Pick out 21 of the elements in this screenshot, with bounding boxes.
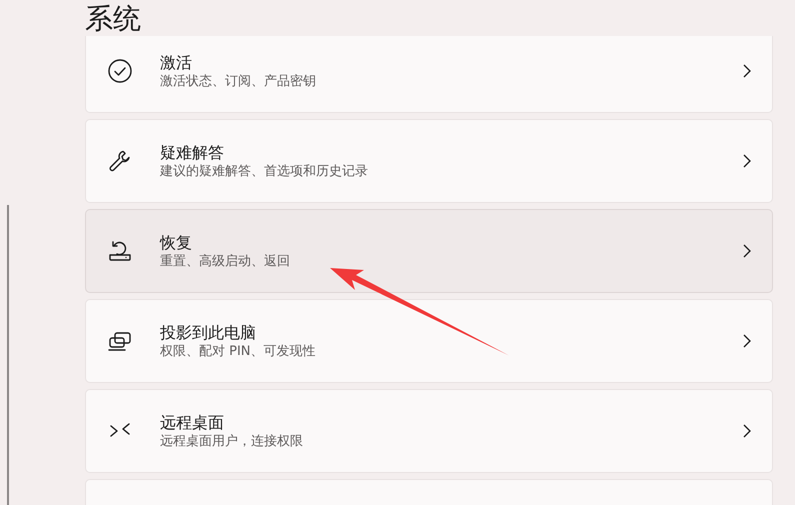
item-title: 远程桌面 [160,412,224,432]
settings-item[interactable]: 恢复 重置、高级启动、返回 [85,209,773,293]
item-description: 权限、配对 PIN、可发现性 [160,342,316,360]
settings-item[interactable]: 激活 激活状态、订阅、产品密钥 [85,36,773,113]
chevron-right-icon [742,424,752,438]
chevron-right-icon [742,334,752,348]
settings-item[interactable]: 投影到此电脑 权限、配对 PIN、可发现性 [85,299,773,383]
item-title: 激活 [160,52,192,72]
chevron-right-icon [742,244,752,258]
item-description: 激活状态、订阅、产品密钥 [160,72,316,90]
item-title: 恢复 [160,232,192,252]
chevron-right-icon [742,154,752,168]
chevron-right-icon [742,64,752,78]
item-description: 建议的疑难解答、首选项和历史记录 [160,162,368,180]
item-title: 投影到此电脑 [160,322,256,342]
settings-item[interactable]: 远程桌面 远程桌面用户，连接权限 [85,389,773,473]
settings-item[interactable]: 疑难解答 建议的疑难解答、首选项和历史记录 [85,119,773,203]
item-description: 远程桌面用户，连接权限 [160,432,303,450]
item-title: 疑难解答 [160,142,224,162]
item-description: 重置、高级启动、返回 [160,252,290,270]
check-circle-icon [107,58,133,84]
